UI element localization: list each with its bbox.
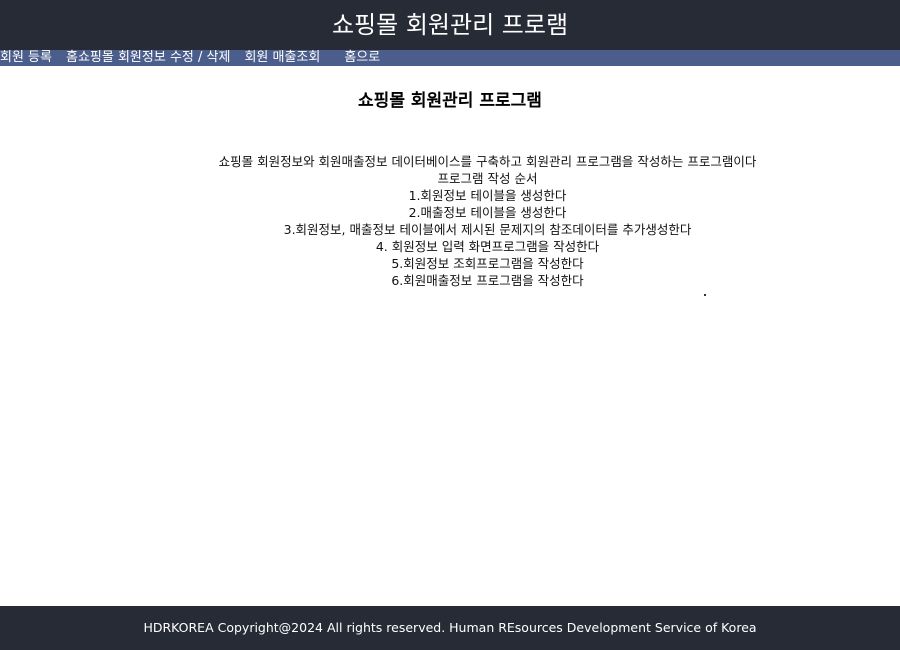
footer-copyright: HDRKOREA Copyright@2024 All rights reser…: [143, 620, 757, 635]
nav-link-member-edit[interactable]: 쇼핑몰 회원정보 수정 / 삭제: [78, 50, 230, 66]
nav-link-member-register[interactable]: 회원 등록: [0, 50, 52, 66]
description-line: 2.매출정보 테이블을 생성한다: [408, 205, 567, 220]
description-line: 쇼핑몰 회원정보와 회원매출정보 데이터베이스를 구축하고 회원관리 프로그램을…: [218, 154, 757, 169]
description-line: 3.회원정보, 매출정보 테이블에서 제시된 문제지의 참조데이터를 추가생성한…: [283, 222, 692, 237]
app-title: 쇼핑몰 회원관리 프로램: [331, 11, 569, 39]
page-title: 쇼핑몰 회원관리 프로그램: [358, 91, 542, 111]
program-description: 쇼핑몰 회원정보와 회원매출정보 데이터베이스를 구축하고 회원관리 프로그램을…: [0, 153, 900, 289]
description-line: 6.회원매출정보 프로그램을 작성한다: [391, 273, 584, 288]
page-footer: HDRKOREA Copyright@2024 All rights reser…: [0, 606, 900, 650]
description-line: 4. 회원정보 입력 화면프로그램을 작성한다: [375, 239, 600, 254]
main-content: 쇼핑몰 회원관리 프로그램 쇼핑몰 회원정보와 회원매출정보 데이터베이스를 구…: [0, 66, 900, 606]
app-header: 쇼핑몰 회원관리 프로램: [0, 0, 900, 51]
nav-bar: 회원 등록 홈 쇼핑몰 회원정보 수정 / 삭제 회원 매출조회 홈으로: [0, 50, 900, 66]
stray-dot: [704, 294, 706, 296]
description-line: 5.회원정보 조회프로그램을 작성한다: [391, 256, 584, 271]
nav-link-home[interactable]: 홈: [66, 50, 78, 66]
nav-link-go-home[interactable]: 홈으로: [344, 50, 380, 66]
description-line: 프로그램 작성 순서: [437, 171, 538, 186]
nav-link-member-sales[interactable]: 회원 매출조회: [244, 50, 320, 66]
description-line: 1.회원정보 테이블을 생성한다: [408, 188, 567, 203]
